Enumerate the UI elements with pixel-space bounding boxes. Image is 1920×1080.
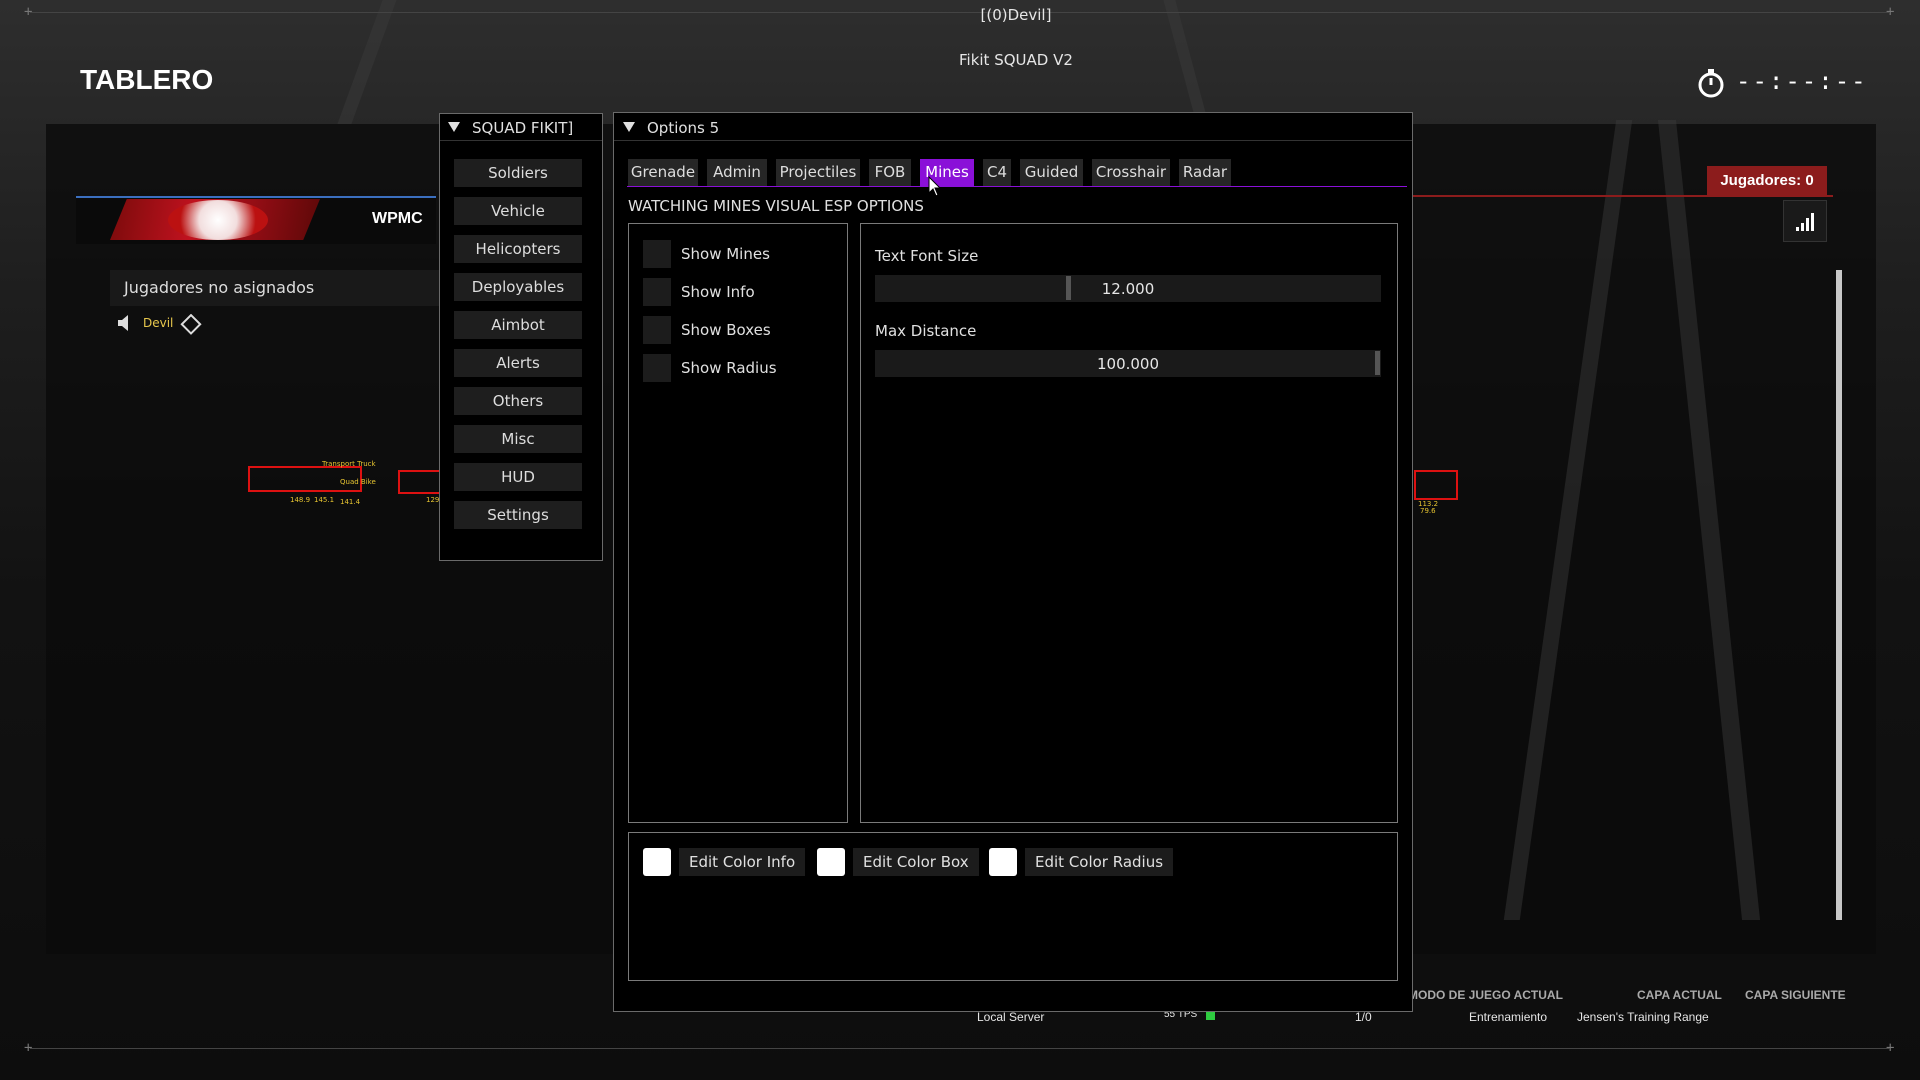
menu-item-deployables[interactable]: Deployables xyxy=(454,273,582,301)
esp-distance: 129 xyxy=(426,496,440,504)
text-font-size-label: Text Font Size xyxy=(875,247,979,265)
radius-color-swatch[interactable] xyxy=(989,848,1017,876)
slider-panel xyxy=(860,223,1398,823)
player-name[interactable]: Devil xyxy=(143,316,173,330)
tab-guided[interactable]: Guided xyxy=(1020,159,1083,186)
footer-mode-value: Entrenamiento xyxy=(1469,1010,1548,1024)
menu-item-settings[interactable]: Settings xyxy=(454,501,582,529)
edit-color-radius-button[interactable]: Edit Color Radius xyxy=(1025,848,1174,876)
options-window-title: Options 5 xyxy=(647,119,720,137)
stopwatch-icon xyxy=(1698,69,1724,98)
footer-server: Local Server xyxy=(977,1010,1045,1024)
footer-mode-header: MODO DE JUEGO ACTUAL xyxy=(1408,988,1563,1002)
menu-item-soldiers[interactable]: Soldiers xyxy=(454,159,582,187)
esp-label: Transport Truck xyxy=(322,460,376,468)
section-header: WATCHING MINES VISUAL ESP OPTIONS xyxy=(628,197,924,215)
show-mines-label: Show Mines xyxy=(681,245,770,263)
scene-beam xyxy=(1163,0,1209,124)
footer-layer-header: CAPA ACTUAL xyxy=(1637,988,1722,1002)
players-count-badge: Jugadores: 0 xyxy=(1707,166,1827,196)
esp-vehicle-box xyxy=(398,470,442,494)
role-diamond-icon xyxy=(180,314,202,335)
menu-title-divider xyxy=(440,140,602,141)
menu-item-misc[interactable]: Misc xyxy=(454,425,582,453)
show-boxes-label: Show Boxes xyxy=(681,321,771,339)
tab-admin[interactable]: Admin xyxy=(707,159,767,186)
tab-crosshair[interactable]: Crosshair xyxy=(1092,159,1170,186)
max-distance-label: Max Distance xyxy=(875,322,977,340)
show-mines-checkbox[interactable] xyxy=(643,240,671,268)
show-info-label: Show Info xyxy=(681,283,755,301)
show-boxes-checkbox[interactable] xyxy=(643,316,671,344)
team-name: WPMC xyxy=(372,210,423,227)
esp-distance: 141.4 xyxy=(340,498,361,506)
info-color-swatch[interactable] xyxy=(643,848,671,876)
footer-layer-value: Jensen's Training Range xyxy=(1577,1010,1709,1024)
edit-color-box-button[interactable]: Edit Color Box xyxy=(853,848,979,876)
box-color-swatch[interactable] xyxy=(817,848,845,876)
team-emblem-icon xyxy=(168,200,268,240)
footer-next-layer-header: CAPA SIGUIENTE xyxy=(1745,988,1846,1002)
menu-item-hud[interactable]: HUD xyxy=(454,463,582,491)
collapse-triangle-icon[interactable] xyxy=(448,122,460,132)
footer-players: 1/0 xyxy=(1355,1010,1372,1024)
frame-line xyxy=(30,1048,1890,1049)
tab-c4[interactable]: C4 xyxy=(983,159,1011,186)
scoreboard-scrollbar[interactable] xyxy=(1836,270,1842,920)
menu-window-title: SQUAD FIKIT] xyxy=(472,119,574,137)
edit-color-info-button[interactable]: Edit Color Info xyxy=(679,848,806,876)
speaker-icon xyxy=(118,315,128,331)
unassigned-label: Jugadores no asignados xyxy=(124,278,315,297)
text-font-size-value: 12.000 xyxy=(1101,280,1155,298)
esp-distance: 79.6 xyxy=(1420,507,1436,515)
menu-item-vehicle[interactable]: Vehicle xyxy=(454,197,582,225)
show-radius-checkbox[interactable] xyxy=(643,354,671,382)
tab-projectiles[interactable]: Projectiles xyxy=(776,159,860,186)
signal-button[interactable] xyxy=(1783,200,1827,242)
match-timer: --:--:-- xyxy=(1736,67,1868,95)
menu-item-helicopters[interactable]: Helicopters xyxy=(454,235,582,263)
options-title-divider xyxy=(614,140,1412,141)
scene-beam xyxy=(337,0,397,124)
tab-underline xyxy=(627,186,1407,187)
max-distance-slider[interactable]: 100.000 xyxy=(875,350,1381,377)
menu-item-others[interactable]: Others xyxy=(454,387,582,415)
tab-fob[interactable]: FOB xyxy=(869,159,911,186)
show-info-checkbox[interactable] xyxy=(643,278,671,306)
menu-item-alerts[interactable]: Alerts xyxy=(454,349,582,377)
esp-distance: 145.1 xyxy=(314,496,335,504)
menu-item-aimbot[interactable]: Aimbot xyxy=(454,311,582,339)
window-title: [(0)Devil] xyxy=(980,6,1052,24)
esp-label: Quad Bike xyxy=(340,478,376,486)
tab-grenade[interactable]: Grenade xyxy=(628,159,698,186)
scoreboard-title: TABLERO xyxy=(80,64,214,95)
signal-bars-icon xyxy=(1796,213,1814,231)
mouse-cursor-icon xyxy=(928,176,942,197)
show-radius-label: Show Radius xyxy=(681,359,777,377)
collapse-triangle-icon[interactable] xyxy=(623,122,635,132)
frame-line xyxy=(30,12,1890,13)
app-subtitle: Fikit SQUAD V2 xyxy=(959,51,1073,69)
max-distance-value: 100.000 xyxy=(1096,355,1160,373)
tab-radar[interactable]: Radar xyxy=(1179,159,1231,186)
text-font-size-slider[interactable]: 12.000 xyxy=(875,275,1381,302)
esp-vehicle-box xyxy=(1414,470,1458,500)
checkbox-panel xyxy=(628,223,848,823)
esp-distance: 148.9 xyxy=(290,496,311,504)
